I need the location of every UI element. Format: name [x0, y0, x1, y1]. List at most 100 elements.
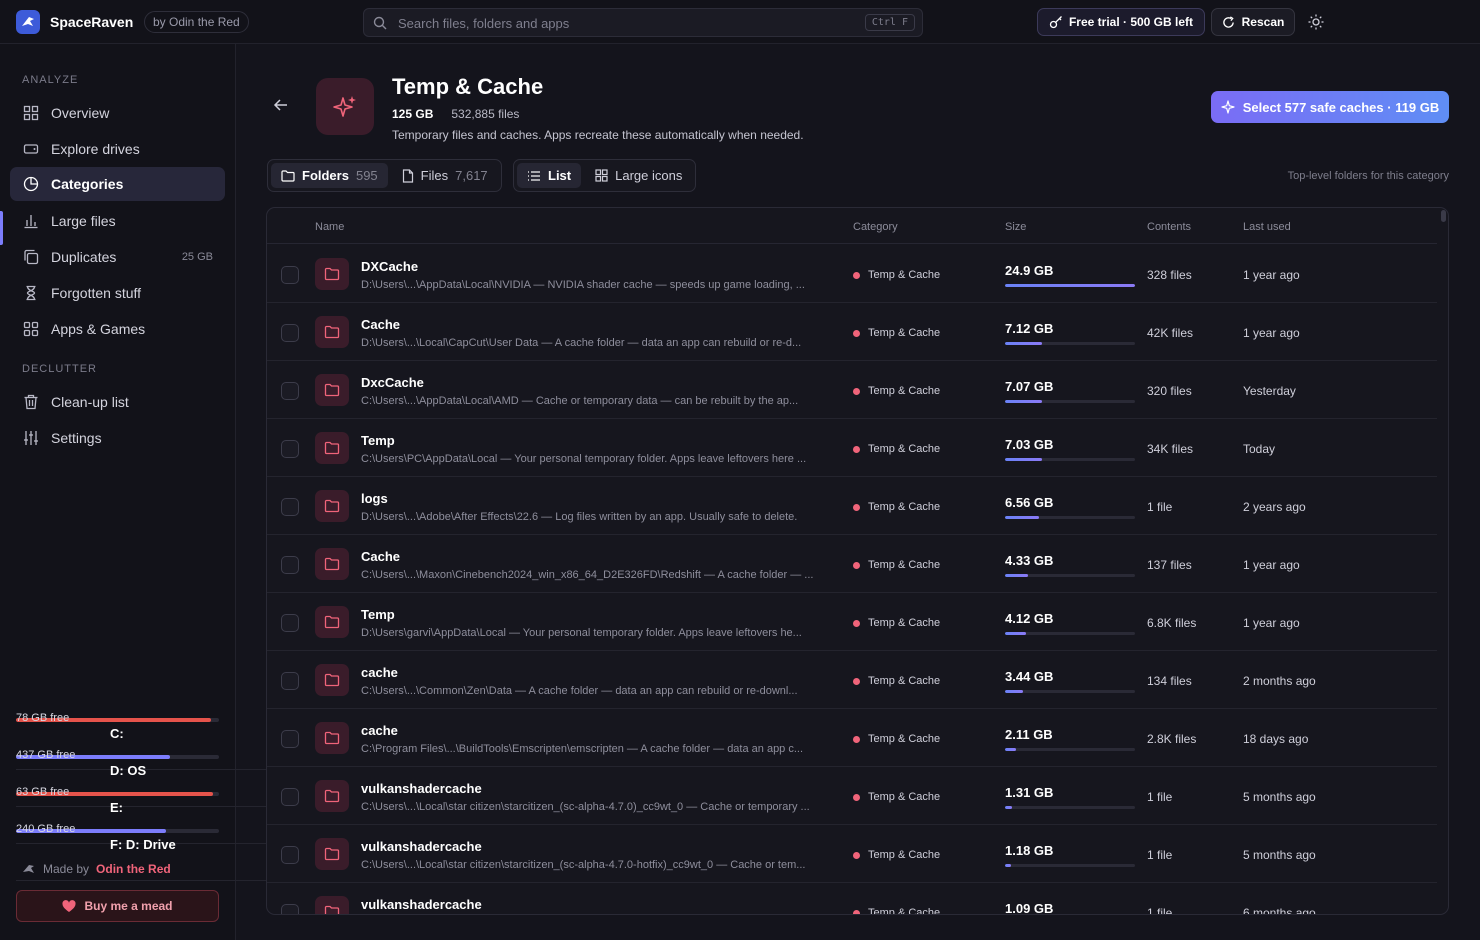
buy-me-a-mead-button[interactable]: Buy me a mead — [16, 890, 219, 922]
sidebar-item-clean-up-list[interactable]: Clean-up list — [10, 385, 225, 419]
drive-usage[interactable]: E: 63 GB free — [16, 786, 1186, 844]
row-checkbox[interactable] — [281, 382, 299, 400]
folder-contents: 134 files — [1147, 674, 1192, 688]
sidebar-item-forgotten-stuff[interactable]: Forgotten stuff — [10, 276, 225, 310]
category-cell: Temp & Cache — [853, 849, 940, 861]
row-checkbox[interactable] — [281, 614, 299, 632]
sidebar-item-label: Explore drives — [51, 141, 140, 157]
tab-folders[interactable]: Folders 595 — [271, 163, 388, 188]
drive-name: C: — [110, 726, 124, 741]
table-row[interactable]: vulkanshadercache C:\Users\...\Local\star… — [267, 825, 1437, 883]
size-bar-fill — [1005, 632, 1027, 635]
sidebar-item-explore-drives[interactable]: Explore drives — [10, 132, 225, 166]
row-checkbox[interactable] — [281, 266, 299, 284]
folder-icon — [315, 780, 349, 812]
folder-path: C:\Users\...\Local\star citizen\starciti… — [361, 801, 810, 813]
folder-path: C:\Users\PC\AppData\Local — Your persona… — [361, 453, 807, 465]
size-bar-fill — [1005, 806, 1012, 809]
column-last-used-header[interactable]: Last used — [1243, 221, 1291, 233]
table-row[interactable]: Cache D:\Users\...\Local\CapCut\User Data… — [267, 303, 1437, 361]
sidebar-item-settings[interactable]: Settings — [10, 421, 225, 455]
view-large-icons[interactable]: Large icons — [585, 163, 692, 188]
folder-contents: 42K files — [1147, 326, 1194, 340]
drive-usage[interactable]: F: D: Drive 240 GB free — [16, 823, 1186, 881]
rescan-button[interactable]: Rescan — [1211, 8, 1295, 36]
drive-usage[interactable]: D: OS 437 GB free — [16, 749, 1186, 807]
author-badge[interactable]: by Odin the Red — [144, 11, 249, 33]
category-label: Temp & Cache — [868, 617, 941, 629]
category-dot-icon — [853, 677, 860, 685]
sidebar-item-duplicates[interactable]: Duplicates 25 GB — [10, 240, 225, 274]
back-arrow-icon[interactable] — [272, 96, 292, 116]
free-trial-button[interactable]: Free trial · 500 GB left — [1037, 8, 1205, 36]
category-dot-icon — [853, 503, 860, 511]
column-category-header[interactable]: Category — [853, 221, 898, 233]
view-list[interactable]: List — [517, 163, 582, 188]
folder-icon — [315, 374, 349, 406]
table-row[interactable]: DXCache D:\Users\...\AppData\Local\NVIDIA… — [267, 245, 1437, 303]
column-size-header[interactable]: Size — [1005, 221, 1026, 233]
folder-size: 7.03 GB — [1005, 437, 1054, 452]
folder-icon — [315, 606, 349, 638]
last-used: 5 months ago — [1243, 790, 1316, 804]
table-row[interactable]: Cache C:\Users\...\Maxon\Cinebench2024_wi… — [267, 535, 1437, 593]
large-icons-icon — [595, 169, 608, 182]
table-row[interactable]: vulkanshadercache C:\Users\...\Local\star… — [267, 767, 1437, 825]
table-row[interactable]: vulkanshadercache Temp & Cache 1.09 GB 1 fi… — [267, 883, 1437, 915]
sidebar-item-label: Overview — [51, 105, 110, 121]
folder-path: D:\Users\...\Local\CapCut\User Data — A … — [361, 337, 802, 349]
search-input[interactable] — [398, 14, 838, 32]
search-box[interactable]: Ctrl F — [363, 8, 923, 37]
folder-contents: 320 files — [1147, 384, 1192, 398]
folder-path: D:\Users\...\Adobe\After Effects\22.6 — … — [361, 511, 798, 523]
row-checkbox[interactable] — [281, 672, 299, 690]
last-used: 5 months ago — [1243, 848, 1316, 862]
row-checkbox[interactable] — [281, 904, 299, 914]
analyze-section-label: ANALYZE — [22, 74, 79, 86]
column-contents-header[interactable]: Contents — [1147, 221, 1191, 233]
folder-contents: 1 file — [1147, 500, 1173, 514]
folder-contents: 1 file — [1147, 906, 1173, 915]
drive-usage[interactable]: C: 78 GB free — [16, 712, 1186, 770]
declutter-section-label: DECLUTTER — [22, 363, 98, 375]
select-safe-caches-button[interactable]: Select 577 safe caches · 119 GB — [1211, 91, 1449, 123]
row-checkbox[interactable] — [281, 440, 299, 458]
row-checkbox[interactable] — [281, 788, 299, 806]
table-row[interactable]: cache C:\Program Files\...\BuildTools\Ems… — [267, 709, 1437, 767]
sidebar-item-label: Clean-up list — [51, 394, 129, 410]
table-row[interactable]: logs D:\Users\...\Adobe\After Effects\22.… — [267, 477, 1437, 535]
scrollbar-thumb[interactable] — [1441, 210, 1446, 222]
sidebar-item-apps-games[interactable]: Apps & Games — [10, 312, 225, 346]
sidebar-item-large-files[interactable]: Large files — [10, 204, 225, 238]
theme-toggle-sun-icon[interactable] — [1306, 12, 1326, 32]
table-row[interactable]: DxcCache C:\Users\...\AppData\Local\AMD —… — [267, 361, 1437, 419]
table-row[interactable]: cache C:\Users\...\Common\Zen\Data — A ca… — [267, 651, 1437, 709]
folder-icon — [315, 896, 349, 914]
category-cell: Temp & Cache — [853, 559, 940, 571]
row-checkbox[interactable] — [281, 556, 299, 574]
folder-path: C:\Program Files\...\BuildTools\Emscript… — [361, 743, 804, 755]
tab-files[interactable]: Files 7,617 — [392, 163, 498, 188]
row-checkbox[interactable] — [281, 324, 299, 342]
made-by: Made by Odin the Red — [22, 862, 171, 876]
made-by-author-link[interactable]: Odin the Red — [96, 862, 171, 876]
last-used: 1 year ago — [1243, 616, 1300, 630]
folder-icon — [315, 722, 349, 754]
row-checkbox[interactable] — [281, 498, 299, 516]
category-dot-icon — [853, 271, 860, 279]
table-row[interactable]: Temp C:\Users\PC\AppData\Local — Your per… — [267, 419, 1437, 477]
folder-size: 7.07 GB — [1005, 379, 1054, 394]
size-bar — [1005, 574, 1135, 577]
size-bar — [1005, 400, 1135, 403]
row-checkbox[interactable] — [281, 730, 299, 748]
folder-contents: 137 files — [1147, 558, 1192, 572]
sidebar-item-categories[interactable]: Categories — [10, 167, 225, 201]
category-file-count: 532,885 files — [451, 107, 520, 121]
sidebar-item-overview[interactable]: Overview — [10, 96, 225, 130]
size-bar — [1005, 284, 1135, 287]
category-cell: Temp & Cache — [853, 385, 940, 397]
row-checkbox[interactable] — [281, 846, 299, 864]
column-name-header[interactable]: Name — [315, 221, 344, 233]
category-dot-icon — [853, 735, 860, 743]
table-row[interactable]: Temp D:\Users\garvi\AppData\Local — Your … — [267, 593, 1437, 651]
